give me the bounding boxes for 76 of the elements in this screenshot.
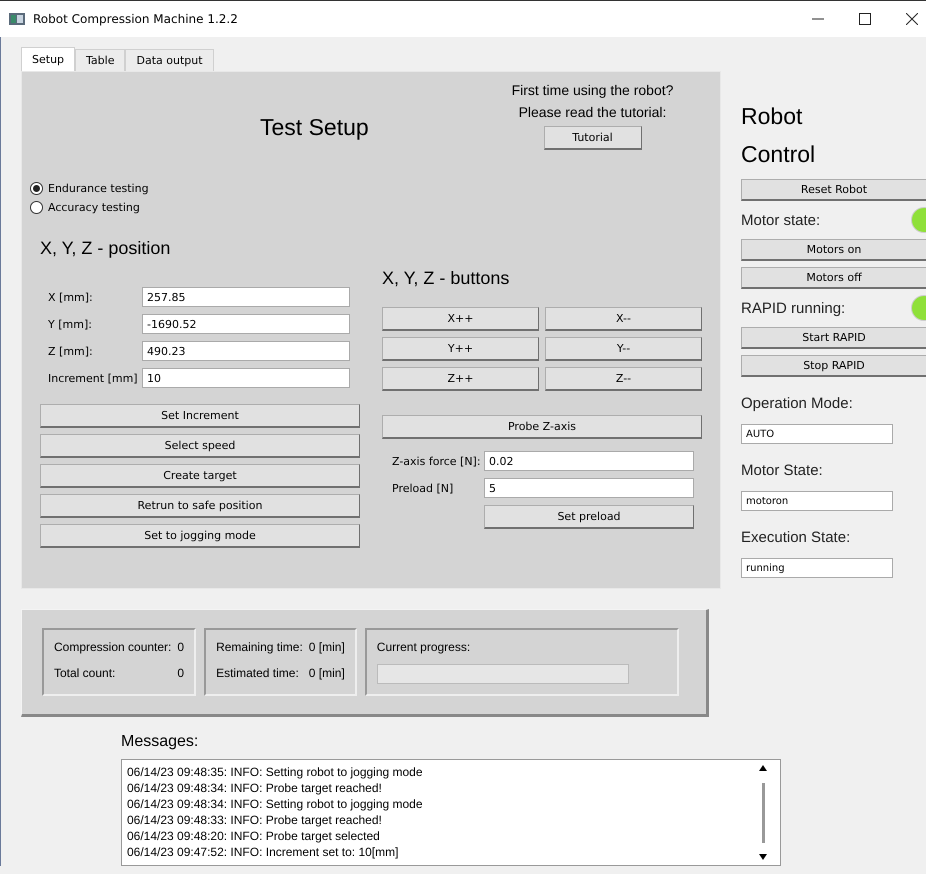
state-label: Execution State: [741,529,852,546]
app-icon [9,13,25,25]
state-field[interactable]: motoron [741,491,893,511]
jog-button[interactable]: Y++ [382,337,539,361]
input-field[interactable]: 10 [142,368,350,388]
stat-label: Total count: [54,666,116,680]
radio-label[interactable]: Accuracy testing [48,201,140,214]
log-line: 06/14/23 09:48:20: INFO: Probe target selected [127,828,381,844]
probe-button[interactable]: Probe Z-axis [382,415,702,439]
log-line: 06/14/23 09:48:35: INFO: Setting robot to jogging mode [127,764,424,780]
jog-button[interactable]: X-- [545,307,702,331]
state-label: Motor State: [741,462,824,479]
action-button[interactable]: Set Increment [40,404,360,428]
set-preload-button[interactable]: Set preload [484,505,694,529]
state-label: Operation Mode: [741,395,854,412]
panel-title: Control [741,140,816,169]
state-field[interactable]: AUTO [741,424,893,444]
log-line: 06/14/23 09:48:34: INFO: Setting robot to jogging mode [127,796,424,812]
messages-label: Messages: [121,733,200,751]
log-line: 06/14/23 09:48:33: INFO: Probe target reached! [127,812,383,828]
rapid-button[interactable]: Stop RAPID [741,355,926,377]
field-label: Preload [N] [392,482,454,494]
scroll-up-icon[interactable] [758,764,768,772]
input-field[interactable]: 257.85 [142,287,350,307]
scroll-thumb[interactable] [762,782,764,842]
field-label: Y [mm]: [48,318,93,330]
radio-label[interactable]: Endurance testing [48,182,149,195]
rapid-button[interactable]: Start RAPID [741,327,926,349]
input-field[interactable]: 0.02 [484,451,694,471]
stat-label: Compression counter: [54,640,172,654]
tab[interactable]: Setup [21,47,76,71]
stat-value: 0 [177,640,184,654]
field-label: X [mm]: [48,290,94,304]
input-field[interactable]: 5 [484,478,694,498]
field-label: Z [mm]: [48,344,94,358]
action-button[interactable]: Select speed [40,434,360,458]
radio-button[interactable] [30,201,43,214]
stat-value: 0 [min] [308,666,345,680]
maximize-icon[interactable] [859,13,871,25]
field-label: Z-axis force [N]: [392,454,482,468]
tab[interactable]: Table [75,49,126,71]
jog-button[interactable]: X++ [382,307,539,331]
reset-button[interactable]: Reset Robot [741,179,926,201]
tutorial-prompt: Please read the tutorial: [518,104,666,120]
input-field[interactable]: -1690.52 [142,314,350,334]
section-title: Test Setup [260,114,369,142]
input-field[interactable]: 490.23 [142,341,350,361]
tutorial-button[interactable]: Tutorial [544,126,642,150]
section-title: X, Y, Z - position [40,238,172,259]
log-line: 06/14/23 09:47:52: INFO: Increment set to: 10[mm] [127,844,400,860]
panel-title: Robot [741,102,804,131]
stat-value: 0 [177,666,184,680]
field-label: Increment [mm] [48,372,139,384]
motor-button[interactable]: Motors off [741,267,926,289]
tutorial-prompt: First time using the robot? [512,82,674,98]
section-title: X, Y, Z - buttons [382,268,510,289]
jog-button[interactable]: Z-- [545,367,702,391]
window-title: Robot Compression Machine 1.2.2 [33,12,238,26]
scroll-down-icon[interactable] [758,853,768,861]
jog-button[interactable]: Y-- [545,337,702,361]
jog-button[interactable]: Z++ [382,367,539,391]
state-label: Motor state: [741,212,820,228]
stat-value: 0 [min] [308,640,345,654]
action-button[interactable]: Retrun to safe position [40,494,360,518]
radio-button[interactable] [30,182,43,195]
log-line: 06/14/23 09:48:34: INFO: Probe target reached! [127,780,383,796]
stat-label: Estimated time: [216,666,299,680]
stat-label: Remaining time: [216,640,303,654]
state-label: RAPID running: [741,300,846,316]
state-field[interactable]: running [741,558,893,578]
action-button[interactable]: Set to jogging mode [40,524,360,548]
action-button[interactable]: Create target [40,464,360,488]
close-icon[interactable] [906,13,918,25]
tab[interactable]: Data output [125,49,214,71]
stat-label: Current progress: [376,640,472,654]
motor-button[interactable]: Motors on [741,239,926,261]
